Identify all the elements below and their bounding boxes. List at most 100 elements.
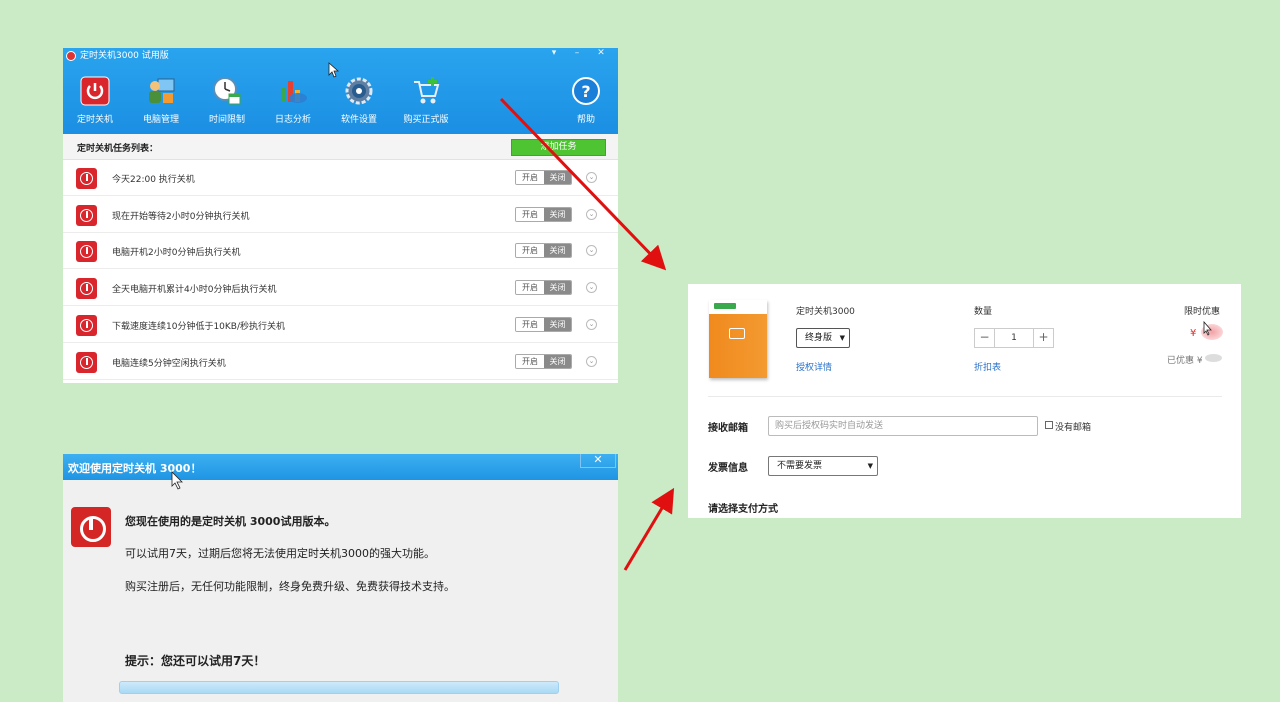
invoice-value: 不需要发票 — [777, 461, 823, 471]
invoice-label: 发票信息 — [708, 463, 748, 474]
more-options-icon[interactable]: ⌄ — [586, 282, 597, 294]
toggle-on-option[interactable]: 开启 — [516, 244, 544, 258]
toggle-on-option[interactable]: 开启 — [516, 317, 544, 331]
task-row[interactable]: 今天22:00 执行关机 开启 关闭 ⌄ — [63, 160, 618, 196]
toolbar-shutdown-button[interactable]: 定时关机 — [63, 74, 127, 128]
toolbar-label: 软件设置 — [340, 115, 377, 125]
task-list-header: 定时关机任务列表： 添加任务 — [63, 134, 618, 160]
toggle-off-option[interactable]: 关闭 — [544, 171, 571, 184]
brand-logo-icon — [714, 303, 736, 309]
quantity-plus-button[interactable]: + — [1033, 329, 1053, 347]
task-row[interactable]: 电脑连续5分钟空闲执行关机 开启 关闭 ⌄ — [63, 343, 618, 380]
minimize-button[interactable]: – — [566, 48, 588, 60]
task-description: 下载速度连续10分钟低于10KB/秒执行关机 — [112, 321, 286, 332]
toolbar-log-analysis-button[interactable]: 日志分析 — [261, 74, 325, 128]
toggle-off-option[interactable]: 关闭 — [544, 317, 571, 331]
task-description: 电脑连续5分钟空闲执行关机 — [112, 358, 226, 369]
task-toggle[interactable]: 开启 关闭 — [515, 280, 572, 296]
cart-icon — [414, 77, 440, 104]
task-row[interactable]: 现在开始等待2小时0分钟执行关机 开启 关闭 ⌄ — [63, 196, 618, 233]
chevron-down-icon: ▼ — [867, 462, 873, 470]
add-task-button[interactable]: 添加任务 — [511, 139, 606, 156]
task-toggle[interactable]: 开启 关闭 — [515, 206, 572, 222]
toolbar-label: 日志分析 — [274, 115, 311, 125]
email-field[interactable]: 购买后授权码实时自动发送 — [768, 416, 1038, 436]
task-toggle[interactable]: 开启 关闭 — [515, 353, 572, 369]
task-row[interactable]: 电脑开机2小时0分钟后执行关机 开启 关闭 ⌄ — [63, 233, 618, 270]
more-options-icon[interactable]: ⌄ — [586, 318, 597, 330]
toggle-on-option[interactable]: 开启 — [516, 207, 544, 221]
more-options-icon[interactable]: ⌄ — [586, 208, 597, 220]
toggle-off-option[interactable]: 关闭 — [544, 207, 571, 221]
price-currency: ¥ — [1190, 328, 1197, 339]
welcome-title: 欢迎使用定时关机 3000！ — [68, 462, 202, 475]
toolbar-settings-button[interactable]: 软件设置 — [327, 74, 391, 128]
no-email-checkbox[interactable] — [1045, 421, 1053, 429]
app-header: 定时关机3000 试用版 ▾ – ✕ 定时关机 电脑管理 时间限制 日志分析 软… — [63, 48, 618, 134]
more-options-icon[interactable]: ⌄ — [586, 172, 597, 183]
toggle-on-option[interactable]: 开启 — [516, 171, 544, 184]
payment-method-label: 请选择支付方式 — [708, 504, 778, 515]
toolbar-label: 帮助 — [576, 115, 595, 125]
restore-button[interactable]: ▾ — [543, 48, 565, 60]
task-description: 今天22:00 执行关机 — [112, 175, 195, 185]
monitor-icon — [729, 328, 745, 339]
computer-manage-icon — [149, 78, 175, 103]
task-row[interactable]: 下载速度连续10分钟低于10KB/秒执行关机 开启 关闭 ⌄ — [63, 306, 618, 343]
task-description: 现在开始等待2小时0分钟执行关机 — [112, 211, 250, 222]
product-name: 定时关机3000 — [796, 307, 855, 317]
toggle-on-option[interactable]: 开启 — [516, 354, 544, 368]
toggle-on-option[interactable]: 开启 — [516, 281, 544, 295]
no-email-label: 没有邮箱 — [1055, 423, 1092, 433]
welcome-trial-text: 可以试用7天，过期后您将无法使用定时关机3000的强大功能。 — [125, 547, 435, 560]
divider — [708, 396, 1222, 397]
task-row[interactable]: 全天电脑开机累计4小时0分钟后执行关机 开启 关闭 ⌄ — [63, 270, 618, 307]
power-icon — [76, 351, 97, 373]
edition-select[interactable]: 终身版 ▼ — [796, 328, 850, 348]
trial-progress-bar — [119, 681, 559, 694]
app-title: 定时关机3000 试用版 — [80, 51, 169, 61]
power-icon — [76, 204, 97, 226]
power-icon — [80, 76, 110, 106]
welcome-tip: 提示：您还可以试用7天！ — [125, 654, 266, 668]
purchase-panel: 定时关机3000 终身版 ▼ 授权详情 数量 − 1 + 折扣表 限时优惠 ¥ … — [688, 284, 1241, 518]
welcome-dialog: 欢迎使用定时关机 3000！ ✕ 您现在使用的是定时关机 3000试用版本。 可… — [63, 454, 618, 702]
promo-label: 限时优惠 — [1184, 307, 1221, 317]
toolbar-label: 购买正式版 — [403, 115, 449, 125]
toolbar-label: 电脑管理 — [142, 115, 179, 125]
edition-value: 终身版 — [805, 333, 833, 343]
power-icon — [76, 241, 97, 263]
task-toggle[interactable]: 开启 关闭 — [515, 170, 572, 185]
more-options-icon[interactable]: ⌄ — [586, 245, 597, 257]
discount-table-link[interactable]: 折扣表 — [974, 360, 1001, 373]
toolbar-label: 定时关机 — [76, 115, 113, 125]
power-icon — [76, 314, 97, 336]
more-options-icon[interactable]: ⌄ — [586, 355, 597, 367]
close-button[interactable]: ✕ — [590, 48, 612, 60]
toolbar-time-limit-button[interactable]: 时间限制 — [195, 74, 259, 128]
task-toggle[interactable]: 开启 关闭 — [515, 316, 572, 332]
toggle-off-option[interactable]: 关闭 — [544, 354, 571, 368]
welcome-close-button[interactable]: ✕ — [580, 454, 616, 468]
license-details-link[interactable]: 授权详情 — [796, 360, 832, 373]
gear-icon — [345, 77, 373, 105]
toggle-off-option[interactable]: 关闭 — [544, 244, 571, 258]
task-description: 全天电脑开机累计4小时0分钟后执行关机 — [112, 285, 277, 296]
email-label: 接收邮箱 — [708, 423, 748, 434]
task-description: 电脑开机2小时0分钟后执行关机 — [112, 248, 241, 259]
toolbar-help-button[interactable]: ? 帮助 — [554, 74, 618, 128]
toolbar-buy-button[interactable]: 购买正式版 — [394, 74, 458, 128]
quantity-minus-button[interactable]: − — [975, 329, 995, 347]
task-list-title: 定时关机任务列表： — [77, 144, 159, 154]
invoice-select[interactable]: 不需要发票 ▼ — [768, 456, 878, 476]
app-window: 定时关机3000 试用版 ▾ – ✕ 定时关机 电脑管理 时间限制 日志分析 软… — [63, 48, 618, 383]
toolbar-label: 时间限制 — [208, 115, 245, 125]
chevron-down-icon: ▼ — [839, 334, 845, 342]
toggle-off-option[interactable]: 关闭 — [544, 281, 571, 295]
task-toggle[interactable]: 开启 关闭 — [515, 243, 572, 259]
saved-amount-label: 已优惠 ¥ — [1167, 356, 1203, 366]
quantity-input[interactable]: 1 — [995, 329, 1033, 347]
app-logo-icon — [66, 51, 76, 61]
quantity-label: 数量 — [974, 307, 993, 317]
toolbar-pc-manage-button[interactable]: 电脑管理 — [129, 74, 193, 128]
